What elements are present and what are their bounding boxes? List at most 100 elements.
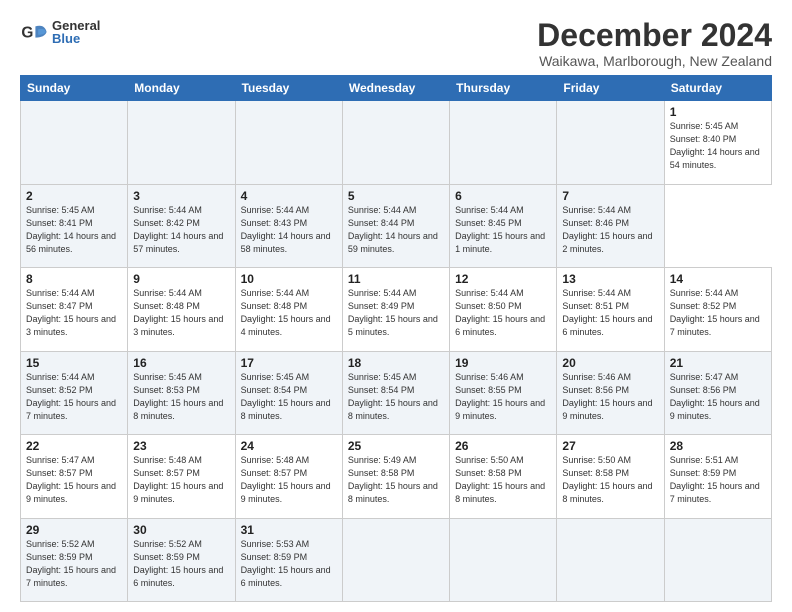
day-cell: 15Sunrise: 5:44 AMSunset: 8:52 PMDayligh… bbox=[21, 351, 128, 434]
day-number: 8 bbox=[26, 272, 122, 286]
day-info: Sunrise: 5:48 AMSunset: 8:57 PMDaylight:… bbox=[241, 454, 337, 506]
day-info: Sunrise: 5:44 AMSunset: 8:52 PMDaylight:… bbox=[670, 287, 766, 339]
day-cell: 27Sunrise: 5:50 AMSunset: 8:58 PMDayligh… bbox=[557, 435, 664, 518]
day-info: Sunrise: 5:49 AMSunset: 8:58 PMDaylight:… bbox=[348, 454, 444, 506]
empty-cell bbox=[21, 101, 128, 184]
day-info: Sunrise: 5:44 AMSunset: 8:51 PMDaylight:… bbox=[562, 287, 658, 339]
day-cell: 7Sunrise: 5:44 AMSunset: 8:46 PMDaylight… bbox=[557, 184, 664, 267]
day-number: 7 bbox=[562, 189, 658, 203]
day-number: 19 bbox=[455, 356, 551, 370]
day-cell: 29Sunrise: 5:52 AMSunset: 8:59 PMDayligh… bbox=[21, 518, 128, 601]
day-number: 13 bbox=[562, 272, 658, 286]
day-cell: 22Sunrise: 5:47 AMSunset: 8:57 PMDayligh… bbox=[21, 435, 128, 518]
col-monday: Monday bbox=[128, 76, 235, 101]
day-number: 22 bbox=[26, 439, 122, 453]
day-info: Sunrise: 5:44 AMSunset: 8:42 PMDaylight:… bbox=[133, 204, 229, 256]
day-cell: 5Sunrise: 5:44 AMSunset: 8:44 PMDaylight… bbox=[342, 184, 449, 267]
day-cell: 16Sunrise: 5:45 AMSunset: 8:53 PMDayligh… bbox=[128, 351, 235, 434]
day-cell bbox=[664, 518, 771, 601]
calendar-table: Sunday Monday Tuesday Wednesday Thursday… bbox=[20, 75, 772, 602]
day-cell: 2Sunrise: 5:45 AMSunset: 8:41 PMDaylight… bbox=[21, 184, 128, 267]
empty-cell bbox=[557, 101, 664, 184]
day-info: Sunrise: 5:50 AMSunset: 8:58 PMDaylight:… bbox=[455, 454, 551, 506]
empty-cell bbox=[235, 101, 342, 184]
calendar-subtitle: Waikawa, Marlborough, New Zealand bbox=[537, 53, 772, 69]
day-info: Sunrise: 5:48 AMSunset: 8:57 PMDaylight:… bbox=[133, 454, 229, 506]
day-cell: 1Sunrise: 5:45 AMSunset: 8:40 PMDaylight… bbox=[664, 101, 771, 184]
day-cell: 4Sunrise: 5:44 AMSunset: 8:43 PMDaylight… bbox=[235, 184, 342, 267]
day-info: Sunrise: 5:44 AMSunset: 8:48 PMDaylight:… bbox=[133, 287, 229, 339]
header-row: Sunday Monday Tuesday Wednesday Thursday… bbox=[21, 76, 772, 101]
day-number: 2 bbox=[26, 189, 122, 203]
calendar-body: 1Sunrise: 5:45 AMSunset: 8:40 PMDaylight… bbox=[21, 101, 772, 602]
day-number: 23 bbox=[133, 439, 229, 453]
day-info: Sunrise: 5:52 AMSunset: 8:59 PMDaylight:… bbox=[26, 538, 122, 590]
day-cell: 25Sunrise: 5:49 AMSunset: 8:58 PMDayligh… bbox=[342, 435, 449, 518]
day-cell bbox=[557, 518, 664, 601]
calendar-header: Sunday Monday Tuesday Wednesday Thursday… bbox=[21, 76, 772, 101]
day-cell: 30Sunrise: 5:52 AMSunset: 8:59 PMDayligh… bbox=[128, 518, 235, 601]
day-number: 28 bbox=[670, 439, 766, 453]
calendar-week-5: 22Sunrise: 5:47 AMSunset: 8:57 PMDayligh… bbox=[21, 435, 772, 518]
day-number: 18 bbox=[348, 356, 444, 370]
day-cell: 21Sunrise: 5:47 AMSunset: 8:56 PMDayligh… bbox=[664, 351, 771, 434]
day-number: 9 bbox=[133, 272, 229, 286]
day-cell: 8Sunrise: 5:44 AMSunset: 8:47 PMDaylight… bbox=[21, 268, 128, 351]
empty-cell bbox=[128, 101, 235, 184]
day-info: Sunrise: 5:46 AMSunset: 8:56 PMDaylight:… bbox=[562, 371, 658, 423]
day-number: 24 bbox=[241, 439, 337, 453]
empty-cell bbox=[450, 101, 557, 184]
day-number: 5 bbox=[348, 189, 444, 203]
calendar-week-3: 8Sunrise: 5:44 AMSunset: 8:47 PMDaylight… bbox=[21, 268, 772, 351]
day-info: Sunrise: 5:44 AMSunset: 8:46 PMDaylight:… bbox=[562, 204, 658, 256]
day-number: 31 bbox=[241, 523, 337, 537]
col-friday: Friday bbox=[557, 76, 664, 101]
col-sunday: Sunday bbox=[21, 76, 128, 101]
calendar-week-6: 29Sunrise: 5:52 AMSunset: 8:59 PMDayligh… bbox=[21, 518, 772, 601]
day-cell: 13Sunrise: 5:44 AMSunset: 8:51 PMDayligh… bbox=[557, 268, 664, 351]
calendar-week-1: 1Sunrise: 5:45 AMSunset: 8:40 PMDaylight… bbox=[21, 101, 772, 184]
day-cell: 23Sunrise: 5:48 AMSunset: 8:57 PMDayligh… bbox=[128, 435, 235, 518]
day-cell: 3Sunrise: 5:44 AMSunset: 8:42 PMDaylight… bbox=[128, 184, 235, 267]
day-cell: 17Sunrise: 5:45 AMSunset: 8:54 PMDayligh… bbox=[235, 351, 342, 434]
day-info: Sunrise: 5:51 AMSunset: 8:59 PMDaylight:… bbox=[670, 454, 766, 506]
logo-blue: Blue bbox=[52, 32, 100, 45]
day-cell: 26Sunrise: 5:50 AMSunset: 8:58 PMDayligh… bbox=[450, 435, 557, 518]
day-info: Sunrise: 5:44 AMSunset: 8:50 PMDaylight:… bbox=[455, 287, 551, 339]
day-info: Sunrise: 5:44 AMSunset: 8:44 PMDaylight:… bbox=[348, 204, 444, 256]
day-number: 1 bbox=[670, 105, 766, 119]
day-number: 16 bbox=[133, 356, 229, 370]
day-number: 3 bbox=[133, 189, 229, 203]
day-number: 29 bbox=[26, 523, 122, 537]
day-info: Sunrise: 5:45 AMSunset: 8:41 PMDaylight:… bbox=[26, 204, 122, 256]
day-info: Sunrise: 5:44 AMSunset: 8:52 PMDaylight:… bbox=[26, 371, 122, 423]
day-number: 25 bbox=[348, 439, 444, 453]
day-cell: 10Sunrise: 5:44 AMSunset: 8:48 PMDayligh… bbox=[235, 268, 342, 351]
day-cell bbox=[342, 518, 449, 601]
day-info: Sunrise: 5:52 AMSunset: 8:59 PMDaylight:… bbox=[133, 538, 229, 590]
day-cell: 24Sunrise: 5:48 AMSunset: 8:57 PMDayligh… bbox=[235, 435, 342, 518]
day-cell: 9Sunrise: 5:44 AMSunset: 8:48 PMDaylight… bbox=[128, 268, 235, 351]
day-info: Sunrise: 5:44 AMSunset: 8:45 PMDaylight:… bbox=[455, 204, 551, 256]
calendar-title: December 2024 bbox=[537, 18, 772, 53]
day-number: 11 bbox=[348, 272, 444, 286]
day-info: Sunrise: 5:44 AMSunset: 8:49 PMDaylight:… bbox=[348, 287, 444, 339]
col-saturday: Saturday bbox=[664, 76, 771, 101]
day-number: 27 bbox=[562, 439, 658, 453]
day-info: Sunrise: 5:47 AMSunset: 8:56 PMDaylight:… bbox=[670, 371, 766, 423]
day-cell: 14Sunrise: 5:44 AMSunset: 8:52 PMDayligh… bbox=[664, 268, 771, 351]
day-info: Sunrise: 5:50 AMSunset: 8:58 PMDaylight:… bbox=[562, 454, 658, 506]
day-cell: 20Sunrise: 5:46 AMSunset: 8:56 PMDayligh… bbox=[557, 351, 664, 434]
day-number: 12 bbox=[455, 272, 551, 286]
day-number: 21 bbox=[670, 356, 766, 370]
day-number: 4 bbox=[241, 189, 337, 203]
day-info: Sunrise: 5:45 AMSunset: 8:40 PMDaylight:… bbox=[670, 120, 766, 172]
day-info: Sunrise: 5:47 AMSunset: 8:57 PMDaylight:… bbox=[26, 454, 122, 506]
day-info: Sunrise: 5:44 AMSunset: 8:43 PMDaylight:… bbox=[241, 204, 337, 256]
empty-cell bbox=[342, 101, 449, 184]
day-cell: 12Sunrise: 5:44 AMSunset: 8:50 PMDayligh… bbox=[450, 268, 557, 351]
day-info: Sunrise: 5:46 AMSunset: 8:55 PMDaylight:… bbox=[455, 371, 551, 423]
day-number: 17 bbox=[241, 356, 337, 370]
calendar-week-2: 2Sunrise: 5:45 AMSunset: 8:41 PMDaylight… bbox=[21, 184, 772, 267]
day-number: 14 bbox=[670, 272, 766, 286]
